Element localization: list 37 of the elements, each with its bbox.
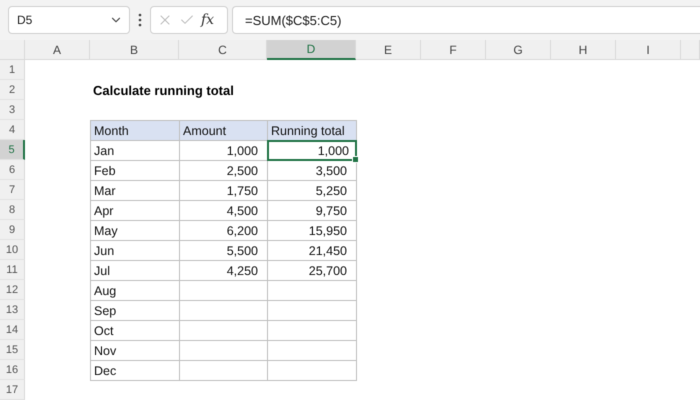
table-header-cell: Amount	[179, 120, 268, 141]
row-header[interactable]: 7	[0, 180, 25, 200]
row-header[interactable]: 10	[0, 240, 25, 260]
row-header[interactable]: 9	[0, 220, 25, 240]
fill-handle[interactable]	[352, 156, 359, 163]
row-header[interactable]: 11	[0, 260, 25, 280]
column-header[interactable]: H	[551, 40, 616, 60]
row-header[interactable]: 2	[0, 80, 25, 100]
insert-function-button[interactable]: fx	[201, 12, 214, 28]
column-header[interactable]: G	[486, 40, 551, 60]
row-header[interactable]: 17	[0, 380, 25, 400]
row-header[interactable]: 8	[0, 200, 25, 220]
column-header[interactable]: A	[25, 40, 90, 60]
column-header[interactable]: B	[90, 40, 179, 60]
row-header[interactable]: 16	[0, 360, 25, 380]
row-header[interactable]: 6	[0, 160, 25, 180]
row-header[interactable]: 3	[0, 100, 25, 120]
column-header[interactable]: D	[267, 40, 356, 60]
row-header[interactable]: 15	[0, 340, 25, 360]
sheet-title: Calculate running total	[92, 82, 235, 100]
table-header-cell: Running total	[267, 120, 357, 141]
formula-field[interactable]: =SUM($C$5:C5)	[232, 6, 700, 34]
table-cell: 1,000	[267, 140, 357, 161]
row-header[interactable]: 5	[0, 140, 25, 160]
column-header[interactable]: E	[356, 40, 421, 60]
row-header[interactable]: 1	[0, 60, 25, 80]
column-header[interactable]: I	[616, 40, 681, 60]
row-header[interactable]: 14	[0, 320, 25, 340]
row-header[interactable]: 12	[0, 280, 25, 300]
row-header[interactable]: 13	[0, 300, 25, 320]
more-options-icon[interactable]	[138, 13, 142, 27]
row-header[interactable]: 4	[0, 120, 25, 140]
column-header[interactable]: C	[179, 40, 267, 60]
column-header[interactable]: F	[421, 40, 486, 60]
table-header-cell: Month	[90, 120, 180, 141]
cell-reference: D5	[17, 13, 32, 27]
name-box[interactable]: D5	[8, 6, 130, 34]
